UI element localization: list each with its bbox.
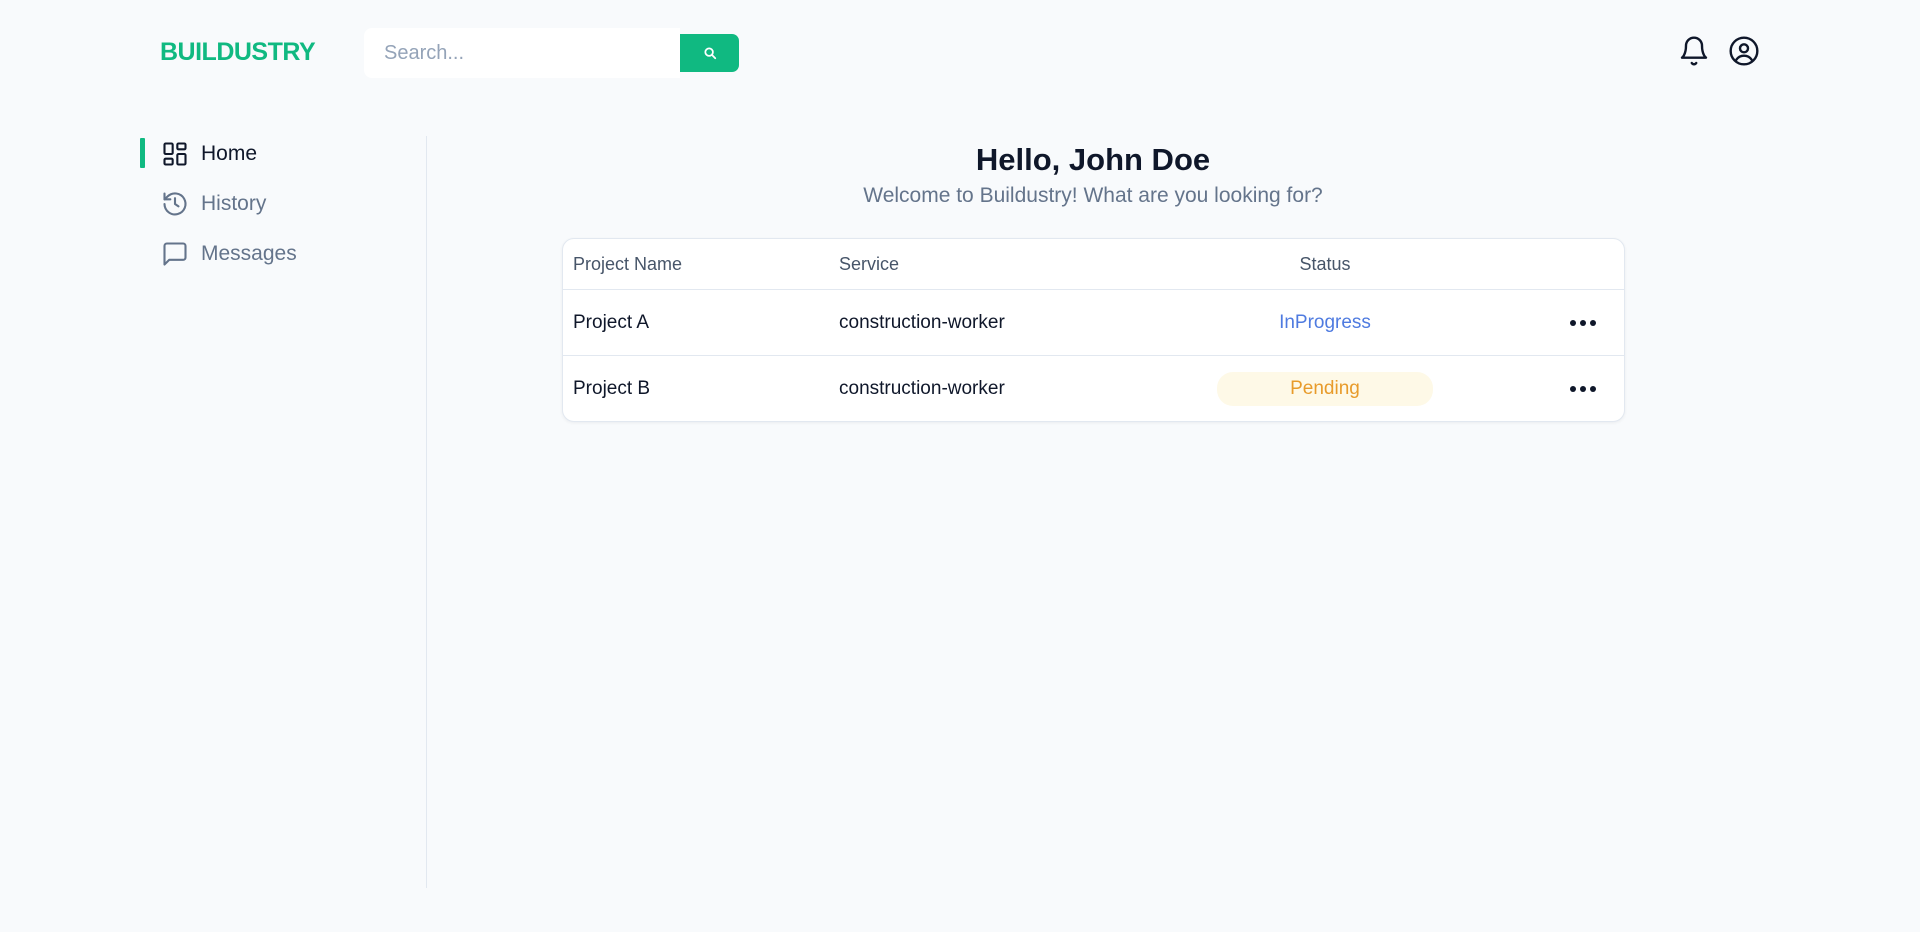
top-header: BUILDUSTRY [0,0,1920,106]
active-indicator [140,138,145,168]
sidebar: Home History Messages [140,136,427,888]
column-header-service: Service [839,253,900,274]
sidebar-item-history[interactable]: History [140,186,426,222]
message-icon [163,242,187,266]
status-badge: Pending [1217,372,1433,406]
status-badge: InProgress [1279,311,1371,333]
sidebar-item-home[interactable]: Home [140,136,426,172]
page-title: Hello, John Doe [975,142,1211,177]
sidebar-item-messages[interactable]: Messages [140,236,426,272]
status-cell: Pending [1217,356,1433,421]
search-bar [364,28,740,78]
user-circle-icon[interactable] [1728,35,1760,67]
table-header-row: Project Name Service Status [563,239,1624,290]
bell-icon[interactable] [1678,35,1710,67]
row-actions-button[interactable] [1563,290,1603,355]
service-cell: construction-worker [839,311,1005,333]
more-horizontal-icon [1570,319,1596,326]
search-button[interactable] [680,34,739,72]
table-row[interactable]: Project A construction-worker InProgress [563,290,1624,356]
sidebar-item-label: Messages [201,242,297,265]
history-icon [163,192,187,216]
sidebar-item-label: History [201,192,267,215]
project-name-cell: Project A [573,311,650,333]
sidebar-item-label: Home [201,142,258,165]
search-icon [703,47,716,60]
page-subtitle: Welcome to Buildustry! What are you look… [863,184,1323,207]
project-name-cell: Project B [573,378,651,399]
app-logo[interactable]: BUILDUSTRY [160,38,316,67]
status-cell: InProgress [1217,290,1433,355]
grid-icon [163,142,187,166]
row-actions-button[interactable] [1563,356,1603,421]
search-input[interactable] [364,28,680,78]
table-row[interactable]: Project B construction-worker Pending [563,356,1624,421]
service-cell: construction-worker [839,378,1005,399]
column-header-project-name: Project Name [573,253,683,274]
projects-table: Project Name Service Status Project A co… [562,238,1625,422]
column-header-status: Status [1299,253,1351,274]
main-content: Hello, John Doe Welcome to Buildustry! W… [428,136,1758,422]
header-actions [1678,35,1760,67]
more-horizontal-icon [1570,386,1596,392]
